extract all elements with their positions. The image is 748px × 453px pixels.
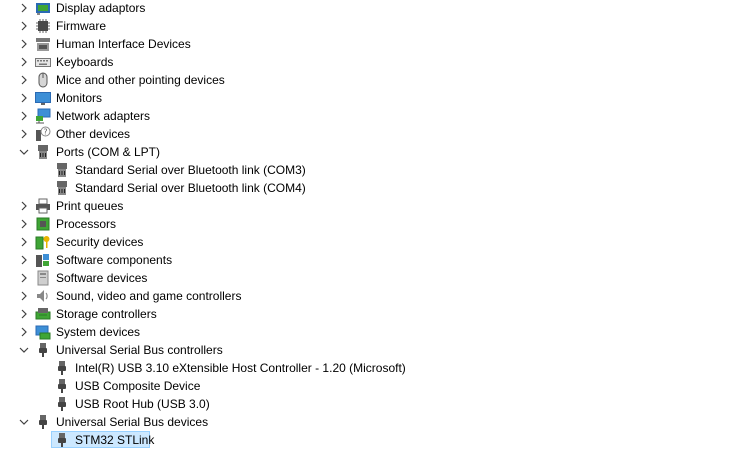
tree-item-label: Intel(R) USB 3.10 eXtensible Host Contro… — [75, 361, 406, 375]
tree-item-label: Firmware — [56, 19, 106, 33]
chevron-right-icon[interactable] — [18, 53, 30, 71]
security-key-icon — [35, 234, 51, 250]
speaker-icon — [35, 288, 51, 304]
software-device-icon — [35, 270, 51, 286]
display-adapter-icon — [35, 0, 51, 16]
chevron-right-icon[interactable] — [18, 197, 30, 215]
tree-item-software-devices[interactable]: Software devices — [0, 269, 748, 287]
tree-item-other-devices[interactable]: ? Other devices — [0, 125, 748, 143]
chevron-right-icon[interactable] — [18, 323, 30, 341]
tree-item-label: Sound, video and game controllers — [56, 289, 242, 303]
tree-item-label: Security devices — [56, 235, 144, 249]
tree-item-label: Standard Serial over Bluetooth link (COM… — [75, 181, 306, 195]
keyboard-icon — [35, 54, 51, 70]
chevron-right-icon[interactable] — [18, 71, 30, 89]
chevron-right-icon[interactable] — [18, 215, 30, 233]
tree-item-label: USB Composite Device — [75, 379, 201, 393]
tree-item-ports[interactable]: Ports (COM & LPT) — [0, 143, 748, 161]
tree-item-software-components[interactable]: Software components — [0, 251, 748, 269]
storage-controller-icon — [35, 306, 51, 322]
tree-item-label: USB Root Hub (USB 3.0) — [75, 397, 210, 411]
chevron-right-icon[interactable] — [18, 89, 30, 107]
usb-icon — [54, 432, 70, 448]
tree-item-mice[interactable]: Mice and other pointing devices — [0, 71, 748, 89]
system-device-icon — [35, 324, 51, 340]
usb-icon — [35, 342, 51, 358]
tree-item-label: Software devices — [56, 271, 148, 285]
tree-item-label: Human Interface Devices — [56, 37, 191, 51]
chevron-right-icon[interactable] — [18, 107, 30, 125]
tree-item-usb-composite-device[interactable]: USB Composite Device — [0, 377, 748, 395]
tree-item-display-adaptors[interactable]: Display adaptors — [0, 0, 748, 17]
tree-item-label: Mice and other pointing devices — [56, 73, 225, 87]
tree-item-label: Keyboards — [56, 55, 114, 69]
tree-item-usb-controllers[interactable]: Universal Serial Bus controllers — [0, 341, 748, 359]
tree-item-keyboards[interactable]: Keyboards — [0, 53, 748, 71]
chevron-right-icon[interactable] — [18, 251, 30, 269]
usb-icon — [54, 360, 70, 376]
tree-item-com4[interactable]: Standard Serial over Bluetooth link (COM… — [0, 179, 748, 197]
printer-icon — [35, 198, 51, 214]
tree-item-label: Standard Serial over Bluetooth link (COM… — [75, 163, 306, 177]
tree-item-label: Monitors — [56, 91, 103, 105]
tree-item-label: Universal Serial Bus devices — [56, 415, 209, 429]
tree-item-intel-usb-host-controller[interactable]: Intel(R) USB 3.10 eXtensible Host Contro… — [0, 359, 748, 377]
network-icon — [35, 108, 51, 124]
tree-item-print-queues[interactable]: Print queues — [0, 197, 748, 215]
tree-item-label: Display adaptors — [56, 1, 146, 15]
chevron-right-icon[interactable] — [18, 269, 30, 287]
tree-item-label: Software components — [56, 253, 173, 267]
port-icon — [54, 162, 70, 178]
mouse-icon — [35, 72, 51, 88]
chevron-right-icon[interactable] — [18, 233, 30, 251]
chevron-down-icon[interactable] — [18, 143, 30, 161]
tree-item-firmware[interactable]: Firmware — [0, 17, 748, 35]
tree-item-security-devices[interactable]: Security devices — [0, 233, 748, 251]
tree-item-label: Network adapters — [56, 109, 151, 123]
tree-item-processors[interactable]: Processors — [0, 215, 748, 233]
tree-item-label: STM32 STLink — [75, 433, 155, 447]
chevron-right-icon[interactable] — [18, 125, 30, 143]
tree-item-usb-root-hub[interactable]: USB Root Hub (USB 3.0) — [0, 395, 748, 413]
software-component-icon — [35, 252, 51, 268]
tree-item-label: Ports (COM & LPT) — [56, 145, 161, 159]
svg-text:?: ? — [43, 128, 47, 137]
firmware-chip-icon — [35, 18, 51, 34]
port-icon — [35, 144, 51, 160]
tree-item-label: Print queues — [56, 199, 124, 213]
usb-icon — [54, 396, 70, 412]
tree-item-label: System devices — [56, 325, 141, 339]
tree-item-storage-controllers[interactable]: Storage controllers — [0, 305, 748, 323]
monitor-icon — [35, 90, 51, 106]
tree-item-com3[interactable]: Standard Serial over Bluetooth link (COM… — [0, 161, 748, 179]
usb-icon — [35, 414, 51, 430]
unknown-device-icon: ? — [35, 126, 51, 142]
tree-item-sound-video-game[interactable]: Sound, video and game controllers — [0, 287, 748, 305]
tree-item-usb-devices[interactable]: Universal Serial Bus devices — [0, 413, 748, 431]
tree-item-human-interface-devices[interactable]: Human Interface Devices — [0, 35, 748, 53]
chevron-right-icon[interactable] — [18, 35, 30, 53]
tree-item-system-devices[interactable]: System devices — [0, 323, 748, 341]
chevron-down-icon[interactable] — [18, 413, 30, 431]
tree-item-monitors[interactable]: Monitors — [0, 89, 748, 107]
processor-icon — [35, 216, 51, 232]
tree-item-network-adapters[interactable]: Network adapters — [0, 107, 748, 125]
tree-item-label: Other devices — [56, 127, 131, 141]
usb-icon — [54, 378, 70, 394]
tree-item-stm32-stlink[interactable]: STM32 STLink — [0, 431, 748, 449]
chevron-right-icon[interactable] — [18, 305, 30, 323]
hid-icon — [35, 36, 51, 52]
chevron-down-icon[interactable] — [18, 341, 30, 359]
chevron-right-icon[interactable] — [18, 17, 30, 35]
chevron-right-icon[interactable] — [18, 287, 30, 305]
port-icon — [54, 180, 70, 196]
chevron-right-icon[interactable] — [18, 0, 30, 17]
device-tree: Display adaptors Firmware Human Interfac… — [0, 0, 748, 449]
tree-item-label: Processors — [56, 217, 117, 231]
tree-item-label: Storage controllers — [56, 307, 157, 321]
tree-item-label: Universal Serial Bus controllers — [56, 343, 223, 357]
